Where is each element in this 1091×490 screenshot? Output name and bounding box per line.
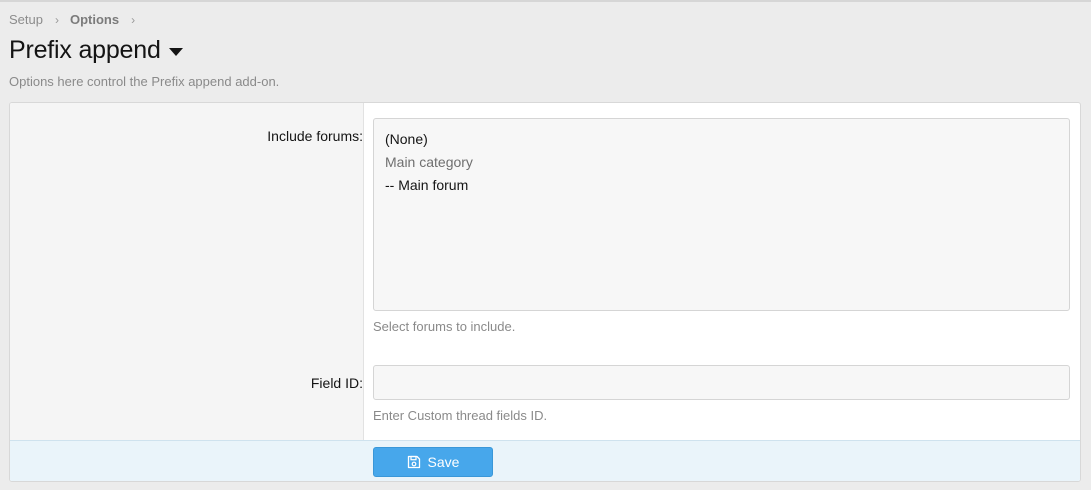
label-column: Include forums: Field ID: bbox=[10, 103, 364, 440]
field-id-label: Field ID: bbox=[310, 375, 363, 391]
breadcrumb-separator: › bbox=[131, 12, 136, 27]
save-button[interactable]: Save bbox=[373, 447, 493, 477]
breadcrumb-separator: › bbox=[54, 12, 59, 27]
include-forums-hint: Select forums to include. bbox=[373, 319, 516, 334]
options-form: Include forums: Field ID: (None) Main ca… bbox=[9, 102, 1081, 482]
page-description: Options here control the Prefix append a… bbox=[9, 74, 280, 89]
breadcrumb-item-setup[interactable]: Setup bbox=[9, 12, 43, 27]
save-button-label: Save bbox=[427, 454, 460, 470]
field-id-hint: Enter Custom thread fields ID. bbox=[373, 408, 548, 423]
forum-option-none[interactable]: (None) bbox=[385, 128, 1058, 151]
include-forums-label: Include forums: bbox=[267, 128, 363, 144]
breadcrumb-item-options[interactable]: Options bbox=[70, 12, 119, 27]
page-title-menu[interactable]: Prefix append bbox=[9, 36, 183, 65]
caret-down-icon[interactable] bbox=[168, 48, 183, 56]
save-icon bbox=[407, 455, 421, 469]
page-title: Prefix append bbox=[9, 36, 161, 64]
forum-option-main-forum[interactable]: -- Main forum bbox=[385, 174, 1058, 197]
breadcrumb: Setup › Options › bbox=[9, 12, 146, 27]
field-id-input[interactable] bbox=[373, 365, 1070, 400]
form-submit-row: Save bbox=[10, 440, 1080, 481]
include-forums-select[interactable]: (None) Main category -- Main forum bbox=[373, 118, 1070, 311]
forum-option-main-category: Main category bbox=[385, 154, 473, 170]
